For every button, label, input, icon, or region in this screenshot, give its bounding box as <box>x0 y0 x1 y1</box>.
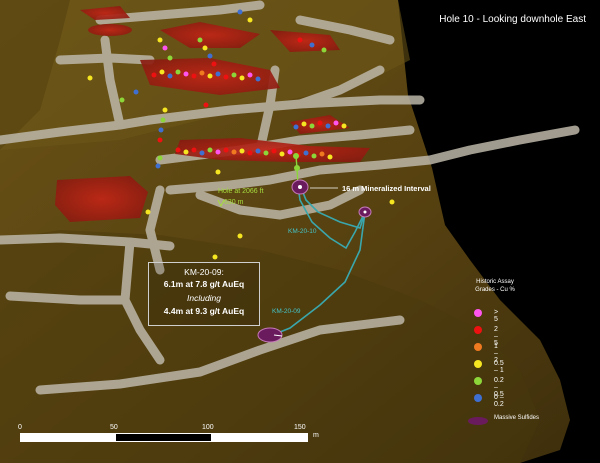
legend-label: 0 – 0.2 <box>494 394 504 408</box>
assay-callout: KM-20-09: 6.1m at 7.8 g/t AuEq Including… <box>148 262 260 326</box>
callout-hole: KM-20-09: <box>184 267 224 277</box>
assay-legend: Historic Assay Grades - Cu % > 5 2 – 5 1… <box>452 270 592 430</box>
legend-label: 0.5 – 1 <box>494 360 504 374</box>
scale-segment <box>116 434 211 441</box>
scale-bar <box>20 433 308 442</box>
legend-title-line-2: Grades - Cu % <box>475 287 515 293</box>
drillhole-label-km-20-10: KM-20-10 <box>288 228 317 235</box>
scale-segment <box>211 434 307 441</box>
grade-swatch-icon <box>474 309 482 317</box>
hole-depth-meters: 630 m <box>224 199 244 206</box>
scale-segment <box>21 434 116 441</box>
legend-label: > 5 <box>494 309 499 323</box>
map-view: Hole 10 - Looking downhole East KM-20-09… <box>0 0 600 463</box>
scale-tick-label: 50 <box>110 424 118 431</box>
grade-swatch-icon <box>474 394 482 402</box>
legend-title-line-1: Historic Assay <box>476 279 514 285</box>
scale-tick-label: 0 <box>18 424 22 431</box>
grade-swatch-icon <box>474 326 482 334</box>
view-title: Hole 10 - Looking downhole East <box>439 14 586 25</box>
massive-sulfide-km-20-09 <box>257 327 283 343</box>
drillhole-label-km-20-09: KM-20-09 <box>272 308 301 315</box>
mineralized-interval-label: 16 m Mineralized Interval <box>342 184 431 193</box>
callout-including: Including <box>186 293 222 303</box>
legend-title: Historic Assay Grades - Cu % <box>454 278 536 294</box>
scale-unit-label: m <box>313 432 319 439</box>
grade-swatch-icon <box>474 377 482 385</box>
massive-sulfides-swatch-icon <box>468 417 488 425</box>
massive-sulfides-label: Massive Sulfides <box>494 415 540 421</box>
scale-tick-label: 150 <box>294 424 306 431</box>
callout-result-2: 4.4m at 9.3 g/t AuEq <box>163 306 245 316</box>
grade-swatch-icon <box>474 360 482 368</box>
hole-depth-feet: Hole at 2066 ft <box>218 188 264 195</box>
callout-result-1: 6.1m at 7.8 g/t AuEq <box>163 279 245 289</box>
scale-tick-label: 100 <box>202 424 214 431</box>
grade-swatch-icon <box>474 343 482 351</box>
